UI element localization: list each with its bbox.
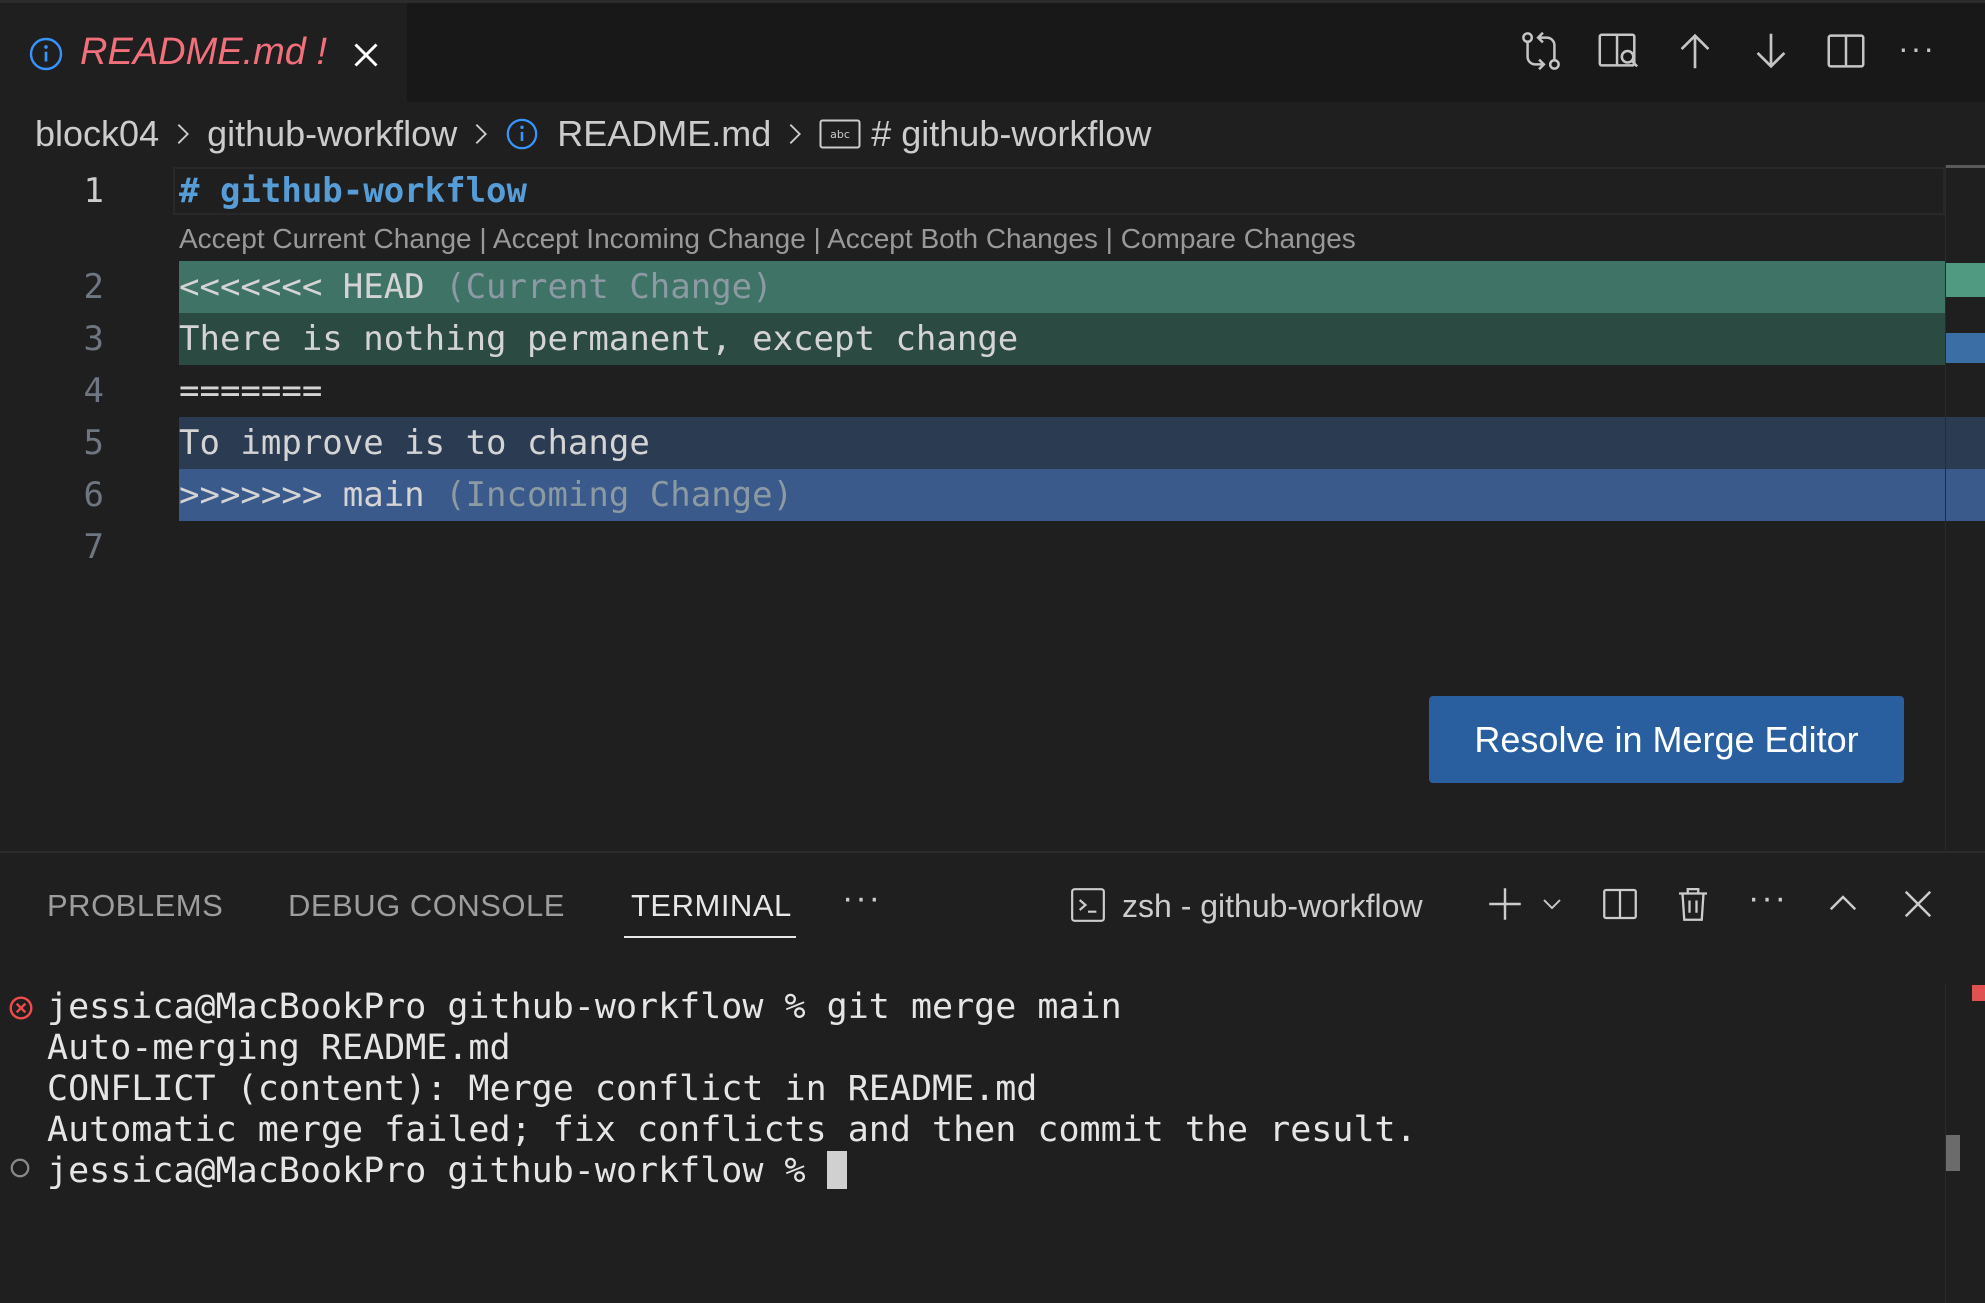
info-icon bbox=[29, 37, 63, 71]
accept-both-changes-link[interactable]: Accept Both Changes bbox=[827, 223, 1098, 254]
string-symbol-icon: abc bbox=[819, 119, 861, 149]
breadcrumb-item-file[interactable]: README.md bbox=[557, 113, 771, 155]
code-line-7[interactable]: 7 bbox=[0, 521, 1945, 573]
command-failed-icon bbox=[9, 996, 33, 1020]
merge-codelens: Accept Current Change | Accept Incoming … bbox=[179, 223, 1356, 255]
head-marker: <<<<<<< HEAD bbox=[179, 267, 425, 307]
codelens-separator: | bbox=[1097, 223, 1121, 254]
code-line-4[interactable]: 4 ======= bbox=[0, 365, 1945, 417]
tab-readme[interactable]: README.md ! bbox=[0, 3, 407, 102]
open-preview-icon[interactable] bbox=[1595, 28, 1641, 74]
line-number: 6 bbox=[83, 475, 104, 515]
new-terminal-icon[interactable] bbox=[1484, 883, 1526, 925]
terminal-line: Auto-merging README.md bbox=[47, 1028, 511, 1068]
editor-tab-bar: README.md ! ··· bbox=[0, 0, 1985, 102]
editor-overview-ruler[interactable] bbox=[1945, 165, 1985, 850]
svg-text:abc: abc bbox=[830, 128, 850, 141]
tab-debug-console[interactable]: DEBUG CONSOLE bbox=[288, 888, 565, 924]
trash-icon[interactable] bbox=[1672, 883, 1714, 925]
breadcrumb-item-symbol[interactable]: # github-workflow bbox=[871, 113, 1151, 155]
line-number: 3 bbox=[83, 319, 104, 359]
bottom-panel: PROBLEMS DEBUG CONSOLE TERMINAL ··· zsh … bbox=[0, 851, 1985, 1303]
more-panel-views-icon[interactable]: ··· bbox=[842, 879, 882, 918]
line-number: 7 bbox=[83, 527, 104, 567]
more-actions-icon[interactable]: ··· bbox=[1898, 28, 1944, 74]
code-line-1[interactable]: 1 # github-workflow bbox=[0, 165, 1945, 217]
compare-changes-link[interactable]: Compare Changes bbox=[1121, 223, 1356, 254]
terminal-scrollbar[interactable] bbox=[1945, 983, 1985, 1303]
incoming-change-label: (Incoming Change) bbox=[424, 475, 794, 515]
main-marker: >>>>>>> main bbox=[179, 475, 425, 515]
accept-current-change-link[interactable]: Accept Current Change bbox=[179, 223, 472, 254]
conflict-divider: ======= bbox=[179, 371, 323, 411]
breadcrumb-item-block04[interactable]: block04 bbox=[35, 113, 159, 155]
tab-status: ! bbox=[316, 31, 328, 73]
close-icon[interactable] bbox=[348, 37, 384, 73]
next-change-icon[interactable] bbox=[1748, 28, 1794, 74]
split-editor-icon[interactable] bbox=[1823, 28, 1869, 74]
terminal-cursor bbox=[826, 1151, 847, 1189]
overview-current-change-marker bbox=[1946, 263, 1985, 297]
overview-viewport-marker bbox=[1946, 165, 1985, 168]
overview-incoming-change-marker bbox=[1946, 333, 1985, 363]
current-change-label: (Current Change) bbox=[424, 267, 773, 307]
breadcrumb-item-folder[interactable]: github-workflow bbox=[207, 113, 457, 155]
incoming-change-text: To improve is to change bbox=[179, 423, 650, 463]
tab-filename: README.md bbox=[80, 31, 306, 73]
breadcrumb: block04 github-workflow README.md abc # … bbox=[35, 108, 1151, 160]
terminal-line: CONFLICT (content): Merge conflict in RE… bbox=[47, 1069, 1038, 1109]
codelens-separator: | bbox=[805, 223, 828, 254]
maximize-panel-icon[interactable] bbox=[1822, 883, 1864, 925]
current-change-marker: <<<<<<< HEAD (Current Change) bbox=[179, 261, 773, 313]
previous-change-icon[interactable] bbox=[1672, 28, 1718, 74]
terminal-icon bbox=[1071, 888, 1105, 922]
split-terminal-icon[interactable] bbox=[1599, 883, 1641, 925]
current-change-text: There is nothing permanent, except chang… bbox=[179, 319, 1019, 359]
terminal-line: Automatic merge failed; fix conflicts an… bbox=[47, 1110, 1417, 1150]
codelens-separator: | bbox=[471, 223, 493, 254]
git-compare-icon[interactable] bbox=[1518, 28, 1564, 74]
tab-label: README.md ! bbox=[80, 31, 327, 74]
close-panel-icon[interactable] bbox=[1897, 883, 1939, 925]
terminal-error-marker bbox=[1972, 985, 1985, 1001]
line-number: 1 bbox=[83, 171, 104, 211]
more-terminal-actions-icon[interactable]: ··· bbox=[1748, 879, 1788, 918]
terminal-name[interactable]: zsh - github-workflow bbox=[1122, 888, 1423, 925]
tab-terminal[interactable]: TERMINAL bbox=[631, 888, 792, 924]
line-number: 4 bbox=[83, 371, 104, 411]
code-line-6[interactable]: 6 >>>>>>> main (Incoming Change) bbox=[0, 469, 1985, 521]
resolve-in-merge-editor-button[interactable]: Resolve in Merge Editor bbox=[1429, 696, 1904, 783]
chevron-right-icon bbox=[789, 124, 802, 144]
code-line-5[interactable]: 5 To improve is to change bbox=[0, 417, 1985, 469]
line-number: 5 bbox=[83, 423, 104, 463]
line-number: 2 bbox=[83, 267, 104, 307]
chevron-down-icon[interactable] bbox=[1536, 883, 1568, 925]
terminal-line: jessica@MacBookPro github-workflow % git… bbox=[47, 987, 1122, 1027]
terminal-prompt-line: jessica@MacBookPro github-workflow % bbox=[47, 1151, 847, 1192]
markdown-heading: # github-workflow bbox=[179, 171, 527, 211]
scrollbar-thumb[interactable] bbox=[1946, 1135, 1960, 1171]
active-tab-indicator bbox=[624, 936, 796, 938]
accept-incoming-change-link[interactable]: Accept Incoming Change bbox=[493, 223, 806, 254]
chevron-right-icon bbox=[475, 124, 488, 144]
incoming-change-marker: >>>>>>> main (Incoming Change) bbox=[179, 469, 793, 521]
info-icon bbox=[506, 118, 538, 150]
chevron-right-icon bbox=[177, 124, 190, 144]
tab-problems[interactable]: PROBLEMS bbox=[47, 888, 223, 924]
code-line-2[interactable]: 2 <<<<<<< HEAD (Current Change) bbox=[0, 261, 1945, 313]
command-pending-icon bbox=[10, 1158, 30, 1178]
code-line-3[interactable]: 3 There is nothing permanent, except cha… bbox=[0, 313, 1945, 365]
terminal-prompt: jessica@MacBookPro github-workflow % bbox=[47, 1151, 827, 1191]
